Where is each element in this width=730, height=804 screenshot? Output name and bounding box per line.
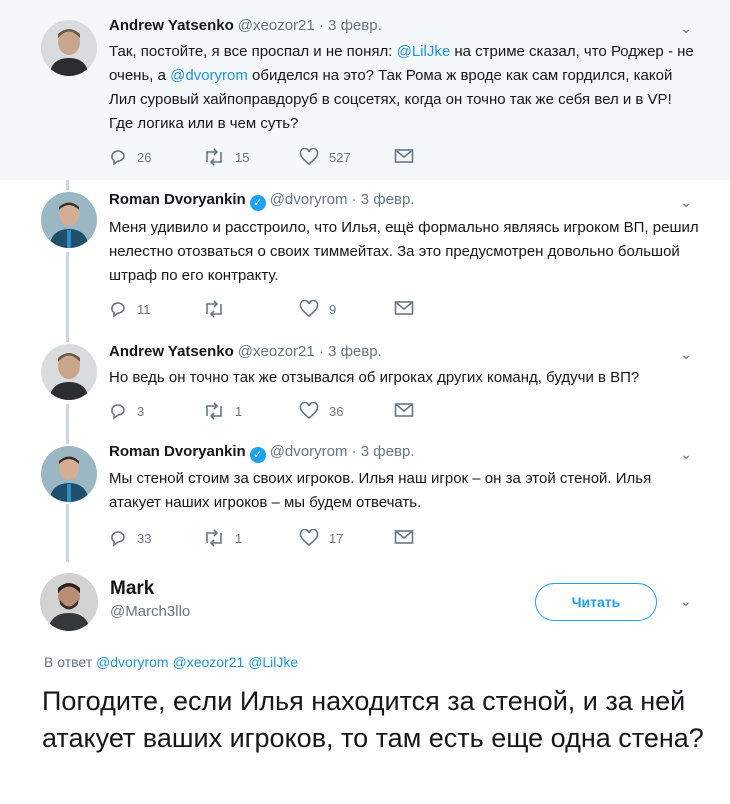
- chevron-down-icon[interactable]: ⌄: [680, 346, 692, 363]
- author-name[interactable]: Andrew Yatsenko: [109, 17, 234, 34]
- chevron-down-icon[interactable]: ⌄: [680, 593, 692, 610]
- reply-icon: [111, 150, 125, 166]
- heart-icon: [299, 148, 319, 166]
- separator-dot: ·: [347, 443, 361, 460]
- envelope-icon: [394, 530, 414, 544]
- reply-count: 3: [137, 403, 145, 419]
- avatar[interactable]: [41, 20, 97, 76]
- tweet-text: Так, постойте, я все проспал и не понял:…: [109, 40, 699, 136]
- retweet-count: 1: [235, 403, 243, 419]
- separator-dot: ·: [347, 191, 361, 208]
- mention-link[interactable]: @dvoryrom: [96, 654, 169, 670]
- chevron-down-icon[interactable]: ⌄: [680, 194, 692, 211]
- reply-prefix: В ответ: [44, 654, 93, 670]
- tweet-text: Но ведь он точно так же отзывался об игр…: [109, 369, 640, 386]
- author-name[interactable]: Mark: [110, 578, 154, 600]
- separator-dot: ·: [314, 343, 329, 360]
- text-segment: Так, постойте, я все проспал и не понял:: [109, 43, 397, 60]
- tweet-date[interactable]: 3 февр.: [328, 343, 382, 360]
- author-handle[interactable]: @dvoryrom: [270, 191, 348, 208]
- avatar[interactable]: [41, 192, 97, 248]
- reply-button[interactable]: 26: [109, 148, 151, 166]
- direct-message-button[interactable]: [394, 529, 424, 545]
- reply-icon: [111, 302, 125, 318]
- retweet-icon: [206, 529, 222, 547]
- heart-icon: [299, 300, 319, 318]
- retweet-icon: [206, 402, 222, 420]
- tweet-actions: 26 15 527: [109, 148, 429, 170]
- retweet-icon: [206, 148, 222, 166]
- retweet-button[interactable]: 1: [203, 529, 242, 547]
- reply-icon: [111, 404, 125, 420]
- mention-link[interactable]: @dvoryrom: [170, 67, 248, 84]
- verified-badge-icon: ✓: [249, 447, 266, 463]
- heart-icon: [299, 529, 319, 547]
- main-tweet-text: Погодите, если Илья находится за стеной,…: [42, 686, 704, 753]
- tweet-actions: 33 1 17: [109, 529, 429, 551]
- author-name[interactable]: Roman Dvoryankin: [109, 191, 246, 208]
- reply-count: 33: [137, 530, 152, 546]
- retweet-count: 1: [235, 530, 243, 546]
- like-count: 17: [329, 530, 344, 546]
- tweet-actions: 3 1 36: [109, 402, 429, 424]
- author-handle[interactable]: @dvoryrom: [270, 443, 348, 460]
- tweet[interactable]: Roman Dvoryankin ✓ @dvoryrom · 3 февр. ⌄ М…: [0, 180, 730, 332]
- tweet-header: Andrew Yatsenko @xeozor21 · 3 февр.: [109, 343, 382, 360]
- direct-message-button[interactable]: [394, 402, 424, 418]
- tweet-date[interactable]: 3 февр.: [361, 443, 415, 460]
- retweet-count: 15: [235, 149, 250, 165]
- reply-count: 11: [137, 301, 151, 317]
- retweet-button[interactable]: 15: [203, 148, 249, 166]
- mention-link[interactable]: @LilJke: [397, 43, 451, 60]
- tweet-actions: 11 9: [109, 300, 429, 322]
- like-button[interactable]: 17: [299, 529, 343, 547]
- tweet-header: Andrew Yatsenko @xeozor21 · 3 февр.: [109, 17, 382, 34]
- author-name[interactable]: Roman Dvoryankin: [109, 443, 246, 460]
- tweet[interactable]: Andrew Yatsenko @xeozor21 · 3 февр. ⌄ Но …: [0, 332, 730, 434]
- tweet-text: Меня удивило и расстроило, что Илья, ещё…: [109, 219, 699, 284]
- direct-message-button[interactable]: [394, 300, 424, 316]
- reply-button[interactable]: 3: [109, 402, 144, 420]
- chevron-down-icon[interactable]: ⌄: [680, 20, 692, 37]
- tweet-date[interactable]: 3 февр.: [361, 191, 415, 208]
- heart-icon: [299, 402, 319, 420]
- mention-link[interactable]: @LilJke: [248, 654, 298, 670]
- like-button[interactable]: 527: [299, 148, 351, 166]
- verified-badge-icon: ✓: [249, 195, 266, 211]
- reply-icon: [111, 531, 125, 547]
- replying-to: В ответ @dvoryrom @xeozor21 @LilJke: [44, 654, 298, 670]
- tweet[interactable]: Andrew Yatsenko @xeozor21 · 3 февр. ⌄ Так…: [0, 0, 730, 180]
- envelope-icon: [394, 301, 414, 315]
- reply-button[interactable]: 33: [109, 529, 151, 547]
- reply-button[interactable]: 11: [109, 300, 151, 318]
- envelope-icon: [394, 403, 414, 417]
- tweet-text: Мы стеной стоим за своих игроков. Илья н…: [109, 470, 652, 511]
- chevron-down-icon[interactable]: ⌄: [680, 446, 692, 463]
- avatar[interactable]: [40, 573, 98, 631]
- retweet-button[interactable]: 1: [203, 402, 242, 420]
- envelope-icon: [394, 149, 414, 163]
- retweet-button[interactable]: [203, 300, 235, 318]
- direct-message-button[interactable]: [394, 148, 424, 164]
- like-button[interactable]: 9: [299, 300, 336, 318]
- author-handle[interactable]: @March3llo: [110, 603, 190, 620]
- author-handle[interactable]: @xeozor21: [238, 17, 315, 34]
- tweet-header: Roman Dvoryankin ✓ @dvoryrom · 3 февр.: [109, 443, 414, 463]
- tweet-header: Roman Dvoryankin ✓ @dvoryrom · 3 февр.: [109, 191, 414, 211]
- tweet[interactable]: Roman Dvoryankin ✓ @dvoryrom · 3 февр. ⌄ М…: [0, 434, 730, 560]
- mention-link[interactable]: @xeozor21: [172, 654, 244, 670]
- like-count: 527: [329, 149, 351, 165]
- separator-dot: ·: [314, 17, 329, 34]
- retweet-icon: [206, 300, 222, 318]
- avatar[interactable]: [41, 344, 97, 400]
- like-count: 36: [329, 403, 344, 419]
- like-count: 9: [329, 301, 337, 317]
- avatar[interactable]: [41, 446, 97, 502]
- follow-button[interactable]: Читать: [535, 583, 657, 621]
- reply-count: 26: [137, 149, 152, 165]
- author-name[interactable]: Andrew Yatsenko: [109, 343, 234, 360]
- author-handle[interactable]: @xeozor21: [238, 343, 315, 360]
- tweet-date[interactable]: 3 февр.: [328, 17, 382, 34]
- like-button[interactable]: 36: [299, 402, 343, 420]
